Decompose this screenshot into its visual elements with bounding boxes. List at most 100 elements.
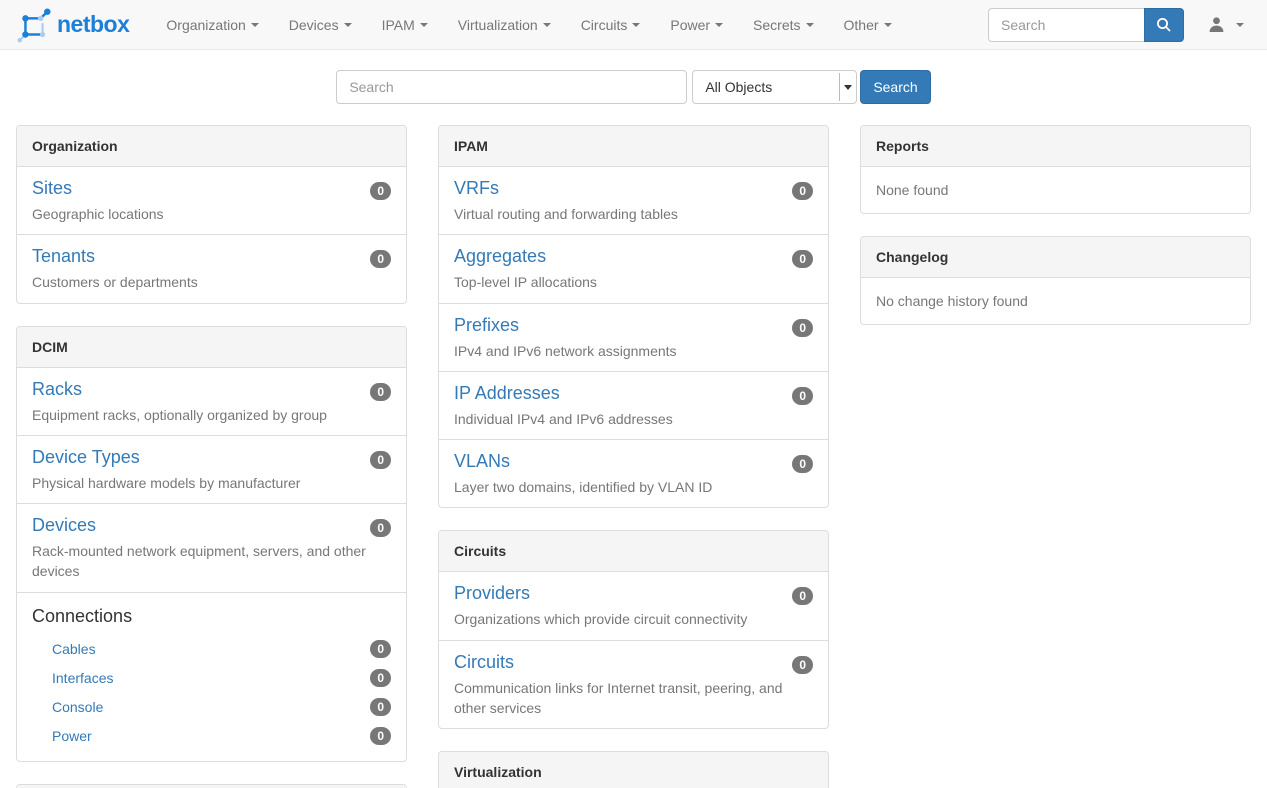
navbar-link-power[interactable]: Power [655, 0, 738, 50]
caret-down-icon [632, 23, 640, 27]
panel-reports: ReportsNone found [860, 125, 1251, 214]
count-badge: 0 [792, 587, 813, 605]
link-circuits[interactable]: Circuits [454, 652, 514, 673]
list-item-ip-addresses: 0IP AddressesIndividual IPv4 and IPv6 ad… [439, 371, 828, 439]
panel-organization: Organization0SitesGeographic locations0T… [16, 125, 407, 304]
panel-heading-dcim: DCIM [17, 327, 406, 368]
link-aggregates[interactable]: Aggregates [454, 246, 546, 267]
caret-down-icon [420, 23, 428, 27]
main-columns: Organization0SitesGeographic locations0T… [0, 125, 1267, 788]
list-item-racks: 0RacksEquipment racks, optionally organi… [17, 368, 406, 435]
link-power[interactable]: Power [52, 728, 92, 744]
panel-dcim: DCIM0RacksEquipment racks, optionally or… [16, 326, 407, 762]
list-item-vrfs: 0 VRFs Virtual routing and forwarding tabl… [439, 167, 828, 234]
column-middle: IPAM 0 VRFs Virtual routing and forwarding … [438, 125, 829, 788]
navbar-link-devices[interactable]: Devices [274, 0, 367, 50]
item-description: Physical hardware models by manufacturer [32, 473, 391, 493]
link-vrfs[interactable]: VRFs [454, 178, 499, 199]
navbar-link-secrets[interactable]: Secrets [738, 0, 828, 50]
netbox-brand[interactable]: netbox [15, 6, 129, 44]
list-item-tenants: 0 Tenants Customers or departments [17, 234, 406, 302]
list-item-vlans: 0 VLANs Layer two domains, identified by V… [439, 439, 828, 507]
navbar-item-other: Other [829, 0, 907, 50]
item-description: Layer two domains, identified by VLAN ID [454, 477, 813, 497]
panel-heading-circuits: Circuits [439, 531, 828, 572]
panel-circuits: Circuits 0 Providers Organizations which pr… [438, 530, 829, 729]
item-description: Communication links for Internet transit… [454, 678, 813, 719]
link-devices[interactable]: Devices [32, 515, 96, 536]
caret-down-icon [543, 23, 551, 27]
item-description: Customers or departments [32, 272, 391, 292]
count-badge: 0 [792, 455, 813, 473]
count-badge: 0 [370, 519, 391, 537]
list-item-aggregates: 0 Aggregates Top-level IP allocations [439, 234, 828, 302]
section-link-row-interfaces: Interfaces 0 [32, 664, 391, 693]
navbar-item-circuits: Circuits [566, 0, 656, 50]
link-interfaces[interactable]: Interfaces [52, 670, 113, 686]
count-badge: 0 [370, 669, 391, 687]
panel-changelog: ChangelogNo change history found [860, 236, 1251, 325]
link-ip-addresses[interactable]: IP Addresses [454, 383, 560, 404]
section-link-row-power: Power0 [32, 722, 391, 751]
quick-search-button[interactable]: Search [860, 70, 930, 104]
list-item-prefixes: 0 Prefixes IPv4 and IPv6 network assignmen… [439, 303, 828, 371]
link-tenants[interactable]: Tenants [32, 246, 95, 267]
item-description: IPv4 and IPv6 network assignments [454, 341, 813, 361]
list-item-sites: 0SitesGeographic locations [17, 167, 406, 234]
section-link-row-console: Console 0 [32, 693, 391, 722]
navbar-item-power: Power [655, 0, 738, 50]
navbar-link-other[interactable]: Other [829, 0, 907, 50]
netbox-logo-icon [15, 6, 53, 44]
user-menu[interactable] [1200, 0, 1252, 50]
user-icon [1208, 16, 1225, 33]
navbar-right [988, 0, 1252, 50]
link-device-types[interactable]: Device Types [32, 447, 140, 468]
item-description: Equipment racks, optionally organized by… [32, 405, 391, 425]
count-badge: 0 [370, 250, 391, 268]
navbar-link-circuits[interactable]: Circuits [566, 0, 656, 50]
count-badge: 0 [370, 698, 391, 716]
list-item-device-types: 0 Device Types Physical hardware models by… [17, 435, 406, 503]
navbar-link-virtualization[interactable]: Virtualization [443, 0, 566, 50]
panel-heading-virtualization: Virtualization [439, 752, 828, 788]
panel-heading-ipam: IPAM [439, 126, 828, 167]
item-description: Top-level IP allocations [454, 272, 813, 292]
list-item-circuits: 0CircuitsCommunication links for Interne… [439, 640, 828, 729]
count-badge: 0 [370, 451, 391, 469]
panel-ipam: IPAM 0 VRFs Virtual routing and forwarding … [438, 125, 829, 508]
item-description: Organizations which provide circuit conn… [454, 609, 813, 629]
count-badge: 0 [792, 182, 813, 200]
item-description: Virtual routing and forwarding tables [454, 204, 813, 224]
caret-down-icon [806, 23, 814, 27]
link-console[interactable]: Console [52, 699, 103, 715]
quick-search-bar: All Objects Search [0, 70, 1267, 104]
caret-down-icon [715, 23, 723, 27]
navbar-link-organization[interactable]: Organization [151, 0, 273, 50]
panel-body-text: No change history found [861, 278, 1250, 324]
quick-search-input[interactable] [336, 70, 687, 104]
count-badge: 0 [792, 250, 813, 268]
navbar-link-ipam[interactable]: IPAM [367, 0, 443, 50]
link-prefixes[interactable]: Prefixes [454, 315, 519, 336]
link-vlans[interactable]: VLANs [454, 451, 510, 472]
count-badge: 0 [792, 387, 813, 405]
link-providers[interactable]: Providers [454, 583, 530, 604]
search-scope-select[interactable]: All Objects [692, 70, 857, 104]
section-link-row-cables: Cables 0 [32, 635, 391, 664]
navbar-item-ipam: IPAM [367, 0, 443, 50]
column-left: Organization0SitesGeographic locations0T… [16, 125, 407, 788]
link-sites[interactable]: Sites [32, 178, 72, 199]
navbar-search-input[interactable] [988, 8, 1144, 42]
caret-down-icon [1236, 23, 1244, 27]
navbar-item-secrets: Secrets [738, 0, 828, 50]
navbar-item-organization: Organization [151, 0, 273, 50]
count-badge: 0 [370, 640, 391, 658]
navbar-search-button[interactable] [1144, 8, 1184, 42]
link-racks[interactable]: Racks [32, 379, 82, 400]
navbar-menu: OrganizationDevicesIPAMVirtualizationCir… [151, 0, 906, 50]
panel-heading-changelog: Changelog [861, 237, 1250, 278]
panel-virtualization: Virtualization0Clusters [438, 751, 829, 788]
count-badge: 0 [792, 319, 813, 337]
link-cables[interactable]: Cables [52, 641, 96, 657]
item-description: Geographic locations [32, 204, 391, 224]
